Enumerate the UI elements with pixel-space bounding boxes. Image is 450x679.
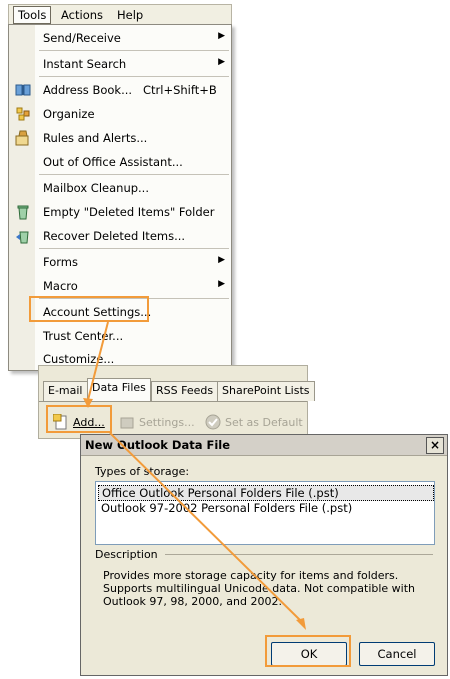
menu-item-label: Organize xyxy=(43,107,95,121)
submenu-arrow-icon: ▶ xyxy=(218,57,225,67)
submenu-arrow-icon: ▶ xyxy=(218,31,225,41)
set-as-default-label: Set as Default xyxy=(225,416,303,429)
description-line: Outlook 97, 98, 2000, and 2002. xyxy=(103,595,282,608)
menu-item-label: Send/Receive xyxy=(43,31,121,45)
menu-item-address-book[interactable]: Address Book... Ctrl+Shift+B xyxy=(9,79,231,101)
recycle-bin-icon xyxy=(17,205,29,220)
settings-icon xyxy=(120,417,134,429)
account-settings-highlight xyxy=(29,296,149,322)
new-data-file-dialog: New Outlook Data File × Types of storage… xyxy=(80,434,448,676)
ok-button-highlight xyxy=(265,635,351,667)
address-book-icon xyxy=(15,84,31,96)
tab-divider xyxy=(39,401,307,402)
menu-item-label: Mailbox Cleanup... xyxy=(43,181,149,195)
description-divider xyxy=(165,554,433,555)
organize-icon xyxy=(16,107,30,121)
menu-item-empty-deleted[interactable]: Empty "Deleted Items" Folder xyxy=(9,201,231,223)
submenu-arrow-icon: ▶ xyxy=(218,279,225,289)
menu-item-label: Rules and Alerts... xyxy=(43,131,148,145)
keyboard-shortcut: Ctrl+Shift+B xyxy=(143,83,217,97)
menu-item-label: Forms xyxy=(43,255,78,269)
menu-separator xyxy=(39,248,229,249)
menu-separator xyxy=(39,76,229,77)
menu-item-send-receive[interactable]: Send/Receive ▶ xyxy=(9,27,231,49)
menu-item-macro[interactable]: Macro ▶ xyxy=(9,275,231,297)
tab-email[interactable]: E-mail xyxy=(43,381,88,401)
description-label: Description xyxy=(95,548,158,561)
menu-help[interactable]: Help xyxy=(117,8,143,22)
tab-sharepoint-lists[interactable]: SharePoint Lists xyxy=(217,381,315,401)
add-button-highlight xyxy=(46,405,112,433)
menu-item-trust-center[interactable]: Trust Center... xyxy=(9,325,231,347)
menu-item-instant-search[interactable]: Instant Search ▶ xyxy=(9,53,231,75)
menu-actions[interactable]: Actions xyxy=(61,8,103,22)
menu-item-label: Trust Center... xyxy=(43,329,124,343)
menu-item-mailbox-cleanup[interactable]: Mailbox Cleanup... xyxy=(9,177,231,199)
menu-item-forms[interactable]: Forms ▶ xyxy=(9,251,231,273)
dialog-title: New Outlook Data File xyxy=(85,438,231,452)
submenu-arrow-icon: ▶ xyxy=(218,255,225,265)
menu-item-label: Macro xyxy=(43,279,78,293)
settings-button-label: Settings... xyxy=(139,416,195,429)
storage-type-list[interactable]: Office Outlook Personal Folders File (.p… xyxy=(95,481,435,545)
menu-item-label: Customize... xyxy=(43,352,115,366)
menu-item-label: Address Book... xyxy=(43,83,133,97)
list-item[interactable]: Outlook 97-2002 Personal Folders File (.… xyxy=(98,501,355,515)
tab-data-files[interactable]: Data Files xyxy=(87,378,151,402)
menu-item-label: Out of Office Assistant... xyxy=(43,155,183,169)
menu-item-rules-alerts[interactable]: Rules and Alerts... xyxy=(9,127,231,149)
description-line: Provides more storage capacity for items… xyxy=(103,569,399,582)
menu-separator xyxy=(39,174,229,175)
menu-item-organize[interactable]: Organize xyxy=(9,103,231,125)
menu-item-recover-deleted[interactable]: Recover Deleted Items... xyxy=(9,225,231,247)
menu-item-label: Empty "Deleted Items" Folder xyxy=(43,205,215,219)
dialog-title-bar: New Outlook Data File × xyxy=(81,435,447,456)
menu-separator xyxy=(39,50,229,51)
tab-rss-feeds[interactable]: RSS Feeds xyxy=(151,381,219,401)
menu-item-label: Instant Search xyxy=(43,57,127,71)
cancel-button[interactable]: Cancel xyxy=(359,642,435,666)
types-of-storage-label: Types of storage: xyxy=(95,465,190,478)
description-text: Provides more storage capacity for items… xyxy=(103,569,423,608)
list-item[interactable]: Office Outlook Personal Folders File (.p… xyxy=(98,485,434,501)
check-circle-icon xyxy=(205,414,221,430)
menu-tools[interactable]: Tools xyxy=(13,6,52,24)
description-line: Supports multilingual Unicode data. Not … xyxy=(103,582,416,595)
close-icon[interactable]: × xyxy=(426,437,444,454)
rules-alerts-icon xyxy=(15,130,29,146)
menu-item-out-of-office[interactable]: Out of Office Assistant... xyxy=(9,151,231,173)
menu-item-label: Recover Deleted Items... xyxy=(43,229,186,243)
recover-items-icon xyxy=(16,231,29,244)
menu-bar: Tools Actions Help xyxy=(8,4,232,25)
